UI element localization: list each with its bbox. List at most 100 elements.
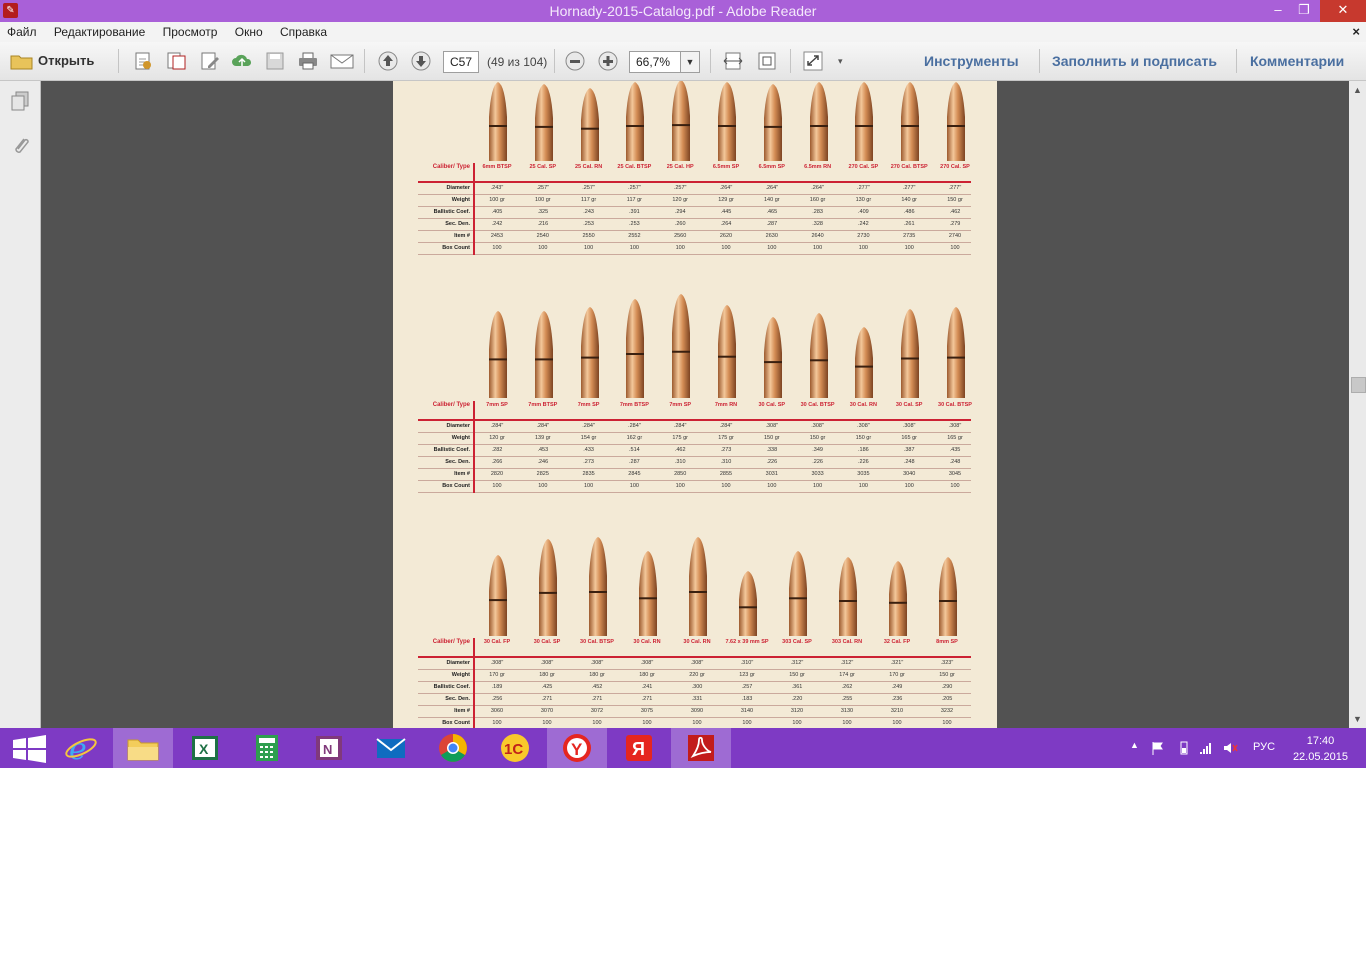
table-cell: 150 gr	[789, 672, 805, 678]
action-center-flag-icon[interactable]	[1150, 740, 1166, 756]
zoom-in-button[interactable]	[597, 51, 619, 71]
table-cell: 100	[767, 483, 777, 489]
svg-text:N: N	[323, 742, 332, 757]
chrome-icon	[439, 734, 467, 762]
minimize-button[interactable]: –	[1265, 0, 1291, 22]
taskbar-adobe-reader[interactable]	[671, 728, 731, 768]
table-cell: 100 gr	[534, 197, 551, 203]
table-header-row: Caliber/ Type 6mm BTSP 25 Cal. SP 25 Cal. R…	[418, 163, 971, 183]
comments-link[interactable]: Комментарии	[1250, 53, 1344, 69]
row-label: Sec. Den.	[445, 221, 470, 227]
battery-icon[interactable]	[1178, 740, 1190, 756]
email-button[interactable]	[330, 51, 354, 71]
page-thumbnails-icon[interactable]	[10, 91, 30, 111]
row-label: Weight	[451, 197, 470, 203]
vertical-scrollbar[interactable]: ▲ ▼	[1349, 81, 1366, 728]
tools-link[interactable]: Инструменты	[924, 53, 1019, 69]
menu-view[interactable]: Просмотр	[156, 22, 225, 39]
table-cell: .257"	[628, 185, 641, 191]
save-button[interactable]	[264, 51, 286, 71]
table-cell: .453	[537, 447, 549, 453]
bullet-image	[489, 555, 507, 636]
document-viewer[interactable]: Caliber/ Type 6mm BTSP 25 Cal. SP 25 Cal. R…	[41, 81, 1349, 728]
row-label: Diameter	[446, 423, 470, 429]
table-cell: .246	[537, 459, 549, 465]
taskbar-yandex-browser[interactable]: Y	[547, 728, 607, 768]
restore-button[interactable]: ❐	[1291, 0, 1317, 22]
table-cell: .308"	[690, 660, 704, 666]
table-cell: .257"	[582, 185, 595, 191]
table-cell: .514	[629, 447, 640, 453]
internet-explorer-icon: e	[65, 732, 97, 767]
taskbar-file-explorer[interactable]	[113, 728, 173, 768]
volume-muted-icon[interactable]	[1222, 740, 1238, 756]
scroll-down-icon[interactable]: ▼	[1353, 714, 1362, 724]
zoom-dropdown-button[interactable]: ▼	[680, 51, 700, 73]
close-document-button[interactable]: ×	[1352, 24, 1360, 39]
table-cell: .284"	[628, 423, 641, 429]
input-language[interactable]: РУС	[1253, 741, 1275, 753]
paperclip-icon[interactable]	[10, 135, 30, 155]
taskbar-yandex[interactable]: Я	[609, 728, 669, 768]
taskbar-1c[interactable]: 1С	[485, 728, 545, 768]
row-label: Item #	[454, 708, 470, 714]
previous-page-button[interactable]	[377, 51, 399, 71]
close-button[interactable]: ✕	[1320, 0, 1366, 22]
table-cell: 165 gr	[947, 435, 963, 441]
table-cell: .308"	[902, 423, 916, 429]
page-number-input[interactable]: C57	[443, 51, 479, 73]
toolbar-options-icon[interactable]: ▾	[838, 56, 843, 67]
taskbar-onenote[interactable]: N	[299, 728, 359, 768]
edit-pdf-button[interactable]	[199, 51, 221, 71]
bullet-image	[534, 84, 553, 161]
table-cell: 175 gr	[718, 435, 734, 441]
table-cell: 220 gr	[689, 672, 705, 678]
row-label: Item #	[454, 233, 470, 239]
table-row: Item # 2453 2540 2550 2552 2560 2620 2630 2640 27…	[418, 231, 971, 243]
table-cell: 100	[742, 720, 752, 726]
taskbar-internet-explorer[interactable]: e	[51, 728, 111, 768]
save-icon	[266, 52, 284, 70]
fill-and-sign-link[interactable]: Заполнить и подписать	[1052, 53, 1217, 69]
row-label: Ballistic Coef.	[433, 447, 470, 453]
taskbar-excel[interactable]: X	[175, 728, 235, 768]
open-button-label: Открыть	[38, 53, 95, 68]
menu-edit[interactable]: Редактирование	[47, 22, 152, 39]
caliber-header: 25 Cal. HP	[666, 164, 694, 170]
combine-files-button[interactable]	[165, 51, 187, 71]
menu-window[interactable]: Окно	[228, 22, 270, 39]
taskbar-calculator[interactable]	[237, 728, 297, 768]
show-hidden-icons-icon[interactable]: ▲	[1130, 740, 1139, 750]
table-cell: .249	[891, 684, 903, 690]
cloud-upload-button[interactable]	[231, 51, 253, 71]
row-label: Diameter	[446, 185, 470, 191]
navigation-sidebar	[0, 81, 41, 728]
taskbar-chrome[interactable]	[423, 728, 483, 768]
scroll-up-icon[interactable]: ▲	[1353, 85, 1362, 95]
fit-page-button[interactable]	[756, 51, 778, 71]
print-button[interactable]	[297, 51, 319, 71]
menu-help[interactable]: Справка	[273, 22, 334, 39]
table-cell: .243	[583, 209, 594, 215]
specification-table: Caliber/ Type 7mm SP 7mm BTSP 7mm SP 7mm BTS…	[418, 401, 972, 493]
network-signal-icon[interactable]	[1198, 740, 1214, 756]
table-cell: .253	[583, 221, 594, 227]
create-pdf-button[interactable]	[132, 51, 154, 71]
taskbar-mail[interactable]	[361, 728, 421, 768]
zoom-level-input[interactable]: 66,7%	[629, 51, 681, 73]
table-cell: 2740	[948, 233, 962, 239]
fit-width-button[interactable]	[722, 51, 744, 71]
zoom-out-button[interactable]	[564, 51, 586, 71]
table-cell: 3040	[903, 471, 916, 477]
full-screen-button[interactable]	[802, 51, 824, 71]
next-page-button[interactable]	[410, 51, 432, 71]
table-cell: 150 gr	[763, 435, 780, 441]
table-cell: 3075	[640, 708, 654, 714]
menu-file[interactable]: Файл	[0, 22, 44, 39]
row-label: Box Count	[442, 720, 470, 726]
table-cell: 140 gr	[901, 197, 917, 203]
scrollbar-thumb[interactable]	[1351, 377, 1366, 393]
clock[interactable]: 17:40 22.05.2015	[1293, 733, 1348, 765]
open-button[interactable]: Открыть	[8, 50, 94, 72]
caliber-header: 7mm SP	[486, 402, 508, 408]
